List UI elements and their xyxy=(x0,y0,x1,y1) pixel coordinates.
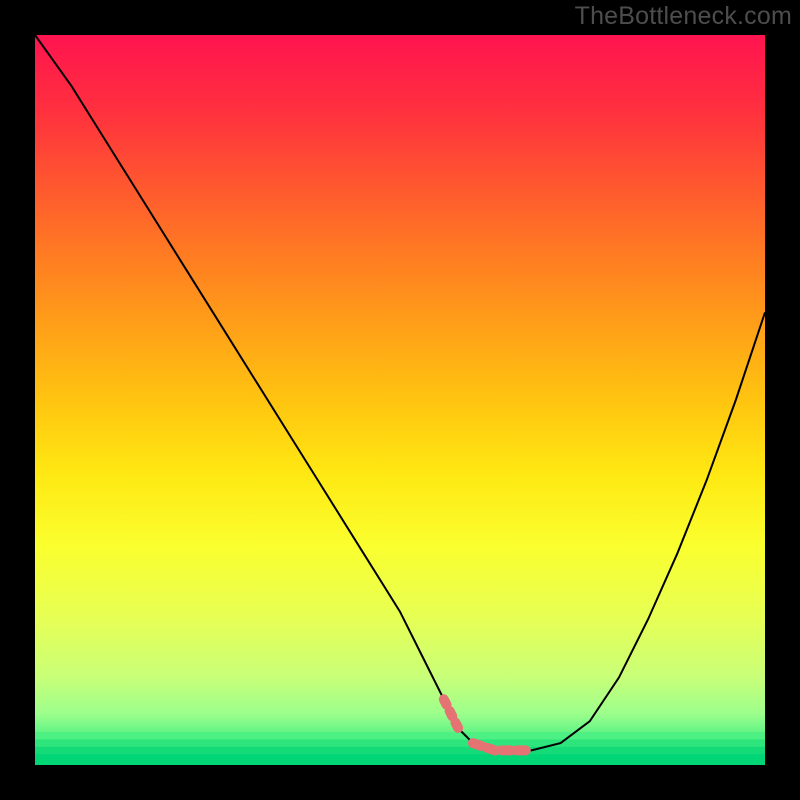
watermark-text: TheBottleneck.com xyxy=(575,2,792,31)
chart-plot-area xyxy=(35,35,765,765)
chart-frame: TheBottleneck.com xyxy=(0,0,800,800)
bottom-band xyxy=(35,739,765,746)
bottom-band xyxy=(35,754,765,765)
bottom-band xyxy=(35,747,765,754)
bottleneck-chart xyxy=(35,35,765,765)
gradient-background xyxy=(35,35,765,765)
bottom-band xyxy=(35,732,765,739)
